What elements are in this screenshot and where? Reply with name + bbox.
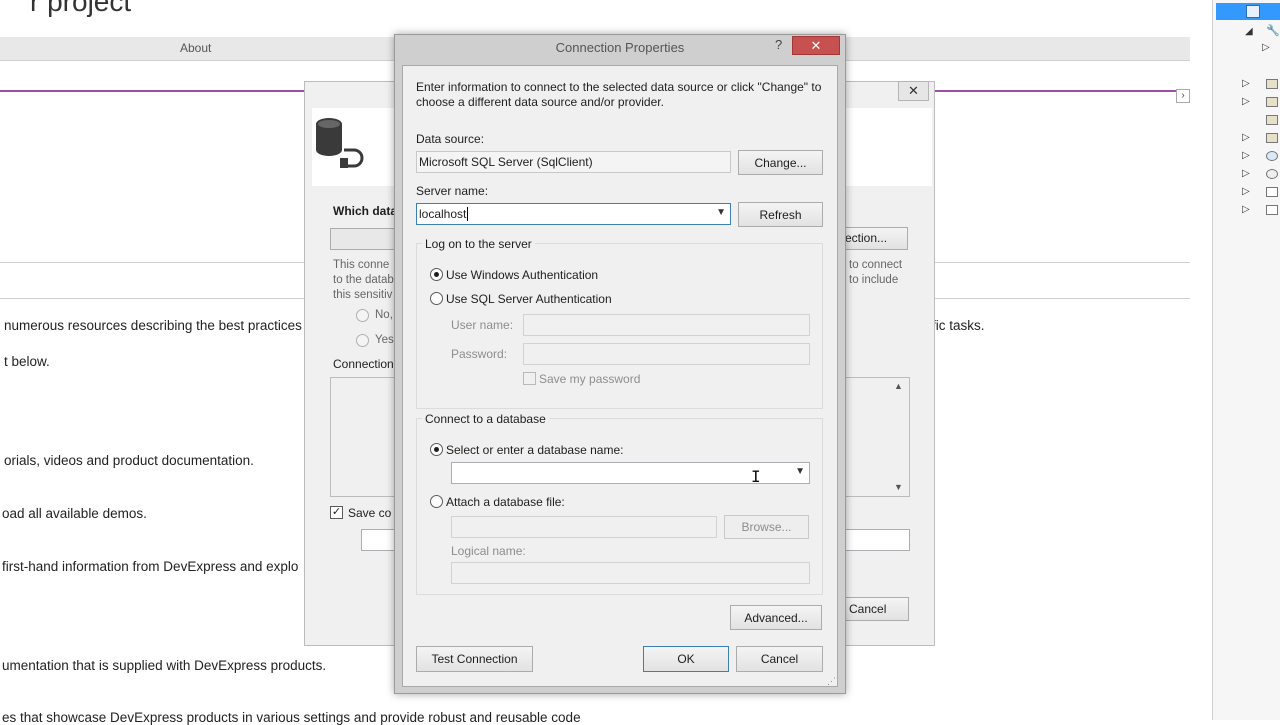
change-button[interactable]: Change... — [738, 150, 823, 175]
select-database-label[interactable]: Select or enter a database name: — [446, 443, 623, 457]
page-text-line: orials, videos and product documentation… — [4, 453, 254, 468]
save-connection-label: Save co — [348, 506, 392, 520]
exclude-sensitive-radio[interactable] — [356, 309, 369, 322]
browse-button[interactable]: Browse... — [724, 515, 809, 539]
ok-button[interactable]: OK — [643, 646, 729, 672]
sql-auth-label[interactable]: Use SQL Server Authentication — [446, 292, 612, 306]
sql-auth-radio[interactable] — [430, 292, 443, 305]
password-input[interactable] — [523, 343, 810, 365]
expand-triangle-icon[interactable]: ▷ — [1262, 42, 1270, 53]
globe-icon — [1266, 151, 1278, 161]
windows-auth-radio[interactable] — [430, 268, 443, 281]
server-name-combo[interactable]: localhost ▼ — [416, 203, 731, 225]
wizard-cancel-button[interactable]: Cancel — [843, 597, 909, 621]
wizard-info-text: to the datab — [333, 274, 394, 286]
page-text-line: first-hand information from DevExpress a… — [2, 559, 299, 574]
page-text-line: es that showcase DevExpress products in … — [2, 710, 581, 725]
dialog-intro-text: Enter information to connect to the sele… — [416, 80, 822, 109]
wrench-icon: 🔧 — [1266, 25, 1280, 37]
save-password-label: Save my password — [539, 372, 641, 386]
expand-triangle-icon[interactable]: ▷ — [1242, 204, 1250, 215]
scroll-down-icon[interactable]: ▼ — [894, 482, 903, 492]
expand-triangle-icon[interactable]: ▷ — [1242, 186, 1250, 197]
connection-name-input-right[interactable] — [843, 529, 910, 551]
include-sensitive-radio[interactable] — [356, 334, 369, 347]
text-caret — [467, 207, 469, 221]
wizard-question: Which data — [333, 204, 398, 218]
server-name-label: Server name: — [416, 184, 489, 198]
wizard-info-text: to connect — [849, 259, 903, 271]
chevron-down-icon[interactable]: ▼ — [795, 466, 805, 477]
database-file-input[interactable] — [451, 516, 717, 538]
logon-group-label: Log on to the server — [422, 237, 535, 251]
connection-string-label: Connection — [333, 357, 394, 371]
server-name-value: localhost — [419, 207, 467, 221]
select-database-radio[interactable] — [430, 443, 443, 456]
data-source-field: Microsoft SQL Server (SqlClient) — [416, 151, 731, 173]
page-title: r project — [30, 0, 132, 17]
connection-string-box[interactable] — [330, 377, 396, 497]
logical-name-label: Logical name: — [451, 544, 526, 558]
project-icon — [1246, 5, 1260, 18]
folder-icon — [1266, 133, 1278, 143]
folder-icon — [1266, 97, 1278, 107]
wizard-info-text: this sensitiv — [333, 289, 393, 301]
attach-file-label[interactable]: Attach a database file: — [446, 495, 565, 509]
scroll-arrow-icon[interactable]: › — [1176, 89, 1190, 103]
chevron-down-icon[interactable]: ▼ — [716, 207, 726, 218]
nav-link-about[interactable]: About — [180, 41, 211, 55]
connection-name-input[interactable] — [361, 529, 397, 551]
help-button[interactable]: ? — [775, 37, 782, 52]
test-connection-button[interactable]: Test Connection — [416, 646, 533, 672]
folder-icon — [1266, 79, 1278, 89]
text-cursor-icon: I — [751, 467, 761, 486]
page-text-line: t below. — [4, 354, 50, 369]
data-connection-combo[interactable] — [330, 228, 396, 250]
wizard-info-text: This conne — [333, 259, 390, 271]
expand-triangle-icon[interactable]: ▷ — [1242, 78, 1250, 89]
database-group-label: Connect to a database — [422, 412, 549, 426]
logical-name-input[interactable] — [451, 562, 810, 584]
wizard-info-text: to include — [849, 274, 899, 286]
expand-triangle-icon[interactable]: ▷ — [1242, 150, 1250, 161]
refresh-button[interactable]: Refresh — [738, 202, 823, 227]
folder-icon — [1266, 115, 1278, 125]
page-text-line: fic tasks. — [932, 318, 985, 333]
dialog-close-button[interactable]: ✕ — [792, 36, 840, 55]
windows-auth-label[interactable]: Use Windows Authentication — [446, 268, 598, 282]
exclude-sensitive-label: No, — [375, 309, 393, 321]
page-text-line: umentation that is supplied with DevExpr… — [2, 658, 327, 673]
wizard-close-button[interactable]: ✕ — [898, 81, 929, 101]
gear-icon — [1266, 169, 1278, 179]
user-name-input[interactable] — [523, 314, 810, 336]
attach-file-radio[interactable] — [430, 495, 443, 508]
new-connection-button[interactable]: ection... — [842, 227, 908, 250]
page-text-line: numerous resources describing the best p… — [4, 318, 302, 333]
resize-grip-icon[interactable]: ⋰ — [827, 676, 836, 687]
include-sensitive-label: Yes — [375, 334, 394, 346]
user-name-label: User name: — [451, 318, 514, 332]
solution-explorer-panel — [1212, 0, 1280, 720]
save-connection-checkbox[interactable]: ✓ — [330, 506, 343, 519]
expand-triangle-icon[interactable]: ▷ — [1242, 132, 1250, 143]
data-source-label: Data source: — [416, 132, 485, 146]
expand-triangle-icon[interactable]: ▷ — [1242, 168, 1250, 179]
connection-string-box-right[interactable] — [843, 377, 910, 497]
password-label: Password: — [451, 347, 508, 361]
expand-triangle-icon[interactable]: ▷ — [1242, 96, 1250, 107]
database-icon — [314, 116, 374, 172]
cancel-button[interactable]: Cancel — [736, 646, 823, 672]
advanced-button[interactable]: Advanced... — [730, 605, 822, 630]
page-text-line: oad all available demos. — [2, 506, 147, 521]
scroll-up-icon[interactable]: ▲ — [894, 381, 903, 391]
file-icon — [1266, 187, 1278, 197]
save-password-checkbox[interactable] — [523, 372, 536, 385]
file-icon — [1266, 205, 1278, 215]
expand-triangle-icon[interactable]: ◢ — [1245, 26, 1253, 37]
